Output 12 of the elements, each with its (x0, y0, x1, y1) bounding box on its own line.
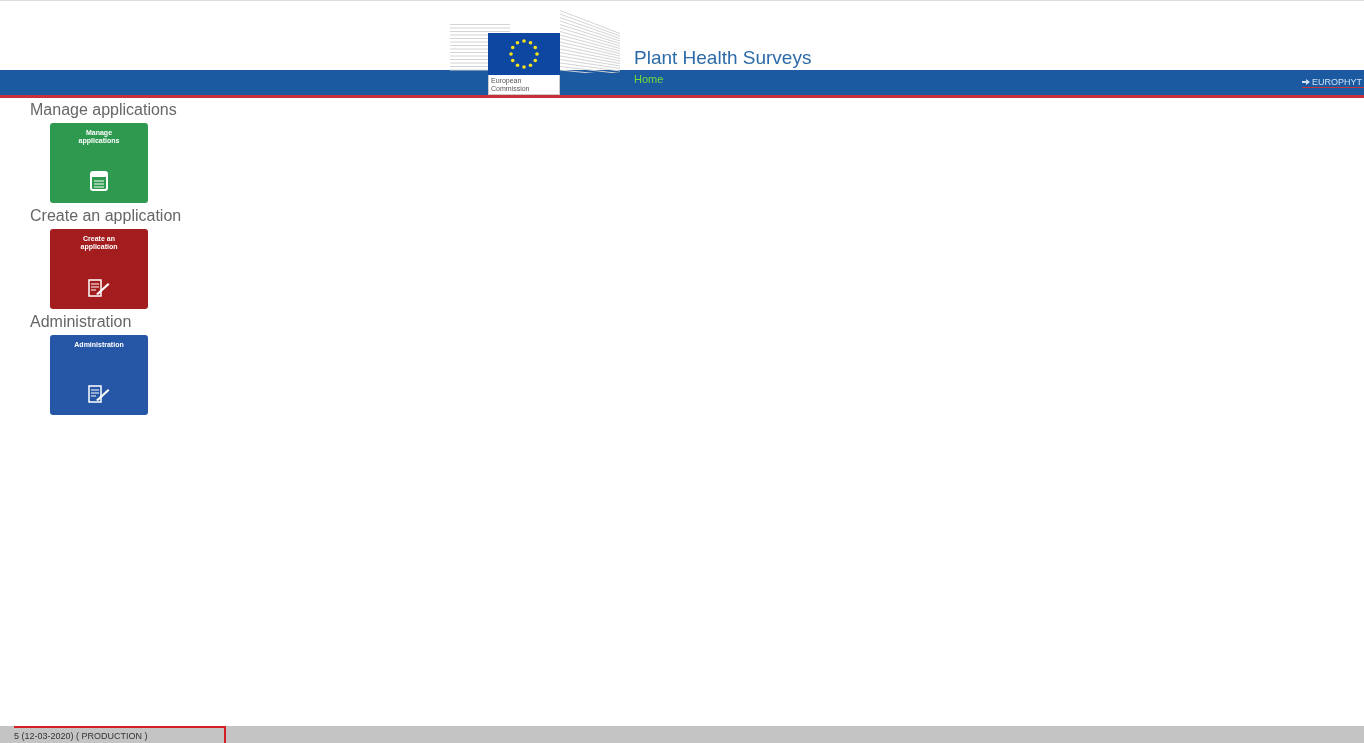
form-pen-icon (88, 279, 110, 297)
version-label: 5 (12-03-2020) ( PRODUCTION ) (14, 726, 226, 743)
form-pen-icon (88, 385, 110, 403)
eu-flag-icon (488, 33, 560, 76)
calendar-icon (90, 171, 108, 191)
section-heading: Create an application (30, 207, 183, 225)
login-arrow-icon (1302, 78, 1310, 86)
section-heading: Administration (30, 313, 133, 331)
section-heading: Manage applications (30, 101, 178, 119)
external-link[interactable]: EUROPHYT (1302, 77, 1364, 88)
site-title: Plant Health Surveys (634, 47, 812, 70)
nav-link[interactable]: Home (634, 72, 664, 93)
